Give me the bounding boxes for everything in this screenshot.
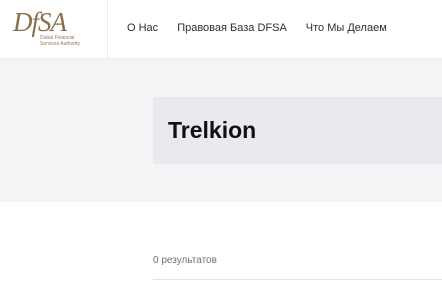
- page-title: Trelkion: [168, 117, 257, 143]
- logo-mark: DfSA: [13, 7, 67, 37]
- site-header: DfSA Dubai Financial Services Authority …: [0, 0, 442, 59]
- main-nav: О Нас Правовая База DFSA Что Мы Делаем: [127, 20, 406, 36]
- page-title-box: Trelkion: [153, 97, 442, 164]
- logo[interactable]: DfSA Dubai Financial Services Authority: [0, 0, 108, 58]
- nav-item-what-we-do[interactable]: Что Мы Делаем: [306, 22, 387, 34]
- logo-subtitle: Dubai Financial Services Authority: [40, 35, 81, 47]
- nav-item-legal-framework[interactable]: Правовая База DFSA: [177, 22, 287, 34]
- nav-item-about[interactable]: О Нас: [127, 22, 158, 34]
- results-divider: [153, 279, 442, 280]
- results-count: 0 результатов: [153, 255, 217, 266]
